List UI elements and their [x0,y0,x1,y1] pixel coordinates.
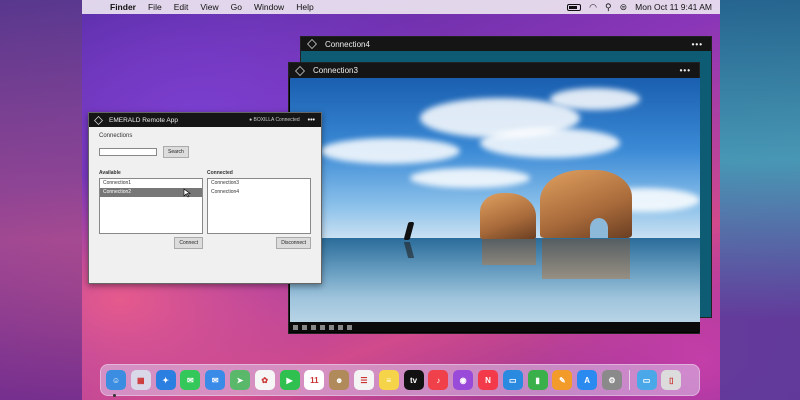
emerald-titlebar[interactable]: EMERALD Remote App ● BOXILLA Connected •… [89,113,321,127]
mouse-pointer-icon [183,188,191,198]
rock-left [480,193,536,239]
menu-window[interactable]: Window [254,2,284,12]
connection3-window[interactable]: Connection3 ••• [288,62,700,334]
connected-item-connection4[interactable]: Connection4 [208,188,310,197]
connection3-more-button[interactable]: ••• [680,66,691,75]
running-indicator [113,394,116,397]
reminders-icon[interactable]: ☰ [353,370,374,390]
menu-go[interactable]: Go [231,2,242,12]
music-icon[interactable]: ♪ [428,370,449,390]
connection-logo-icon [307,39,317,49]
search-input[interactable] [99,148,157,156]
dock: ☺ ▦ ✦ ✉ ✉ ➤ ✿ ▶ 11 ☻ ☰ ≡ tv ♪ ◉ N ▭ ▮ ✎ A ⚙ ▭ ▯ [100,364,700,396]
trash-icon[interactable]: ▯ [661,370,682,390]
boxilla-status: ● BOXILLA Connected [249,117,300,123]
appstore-icon[interactable]: A [577,370,598,390]
remote-taskbar [290,322,700,332]
available-label: Available [99,170,121,176]
menu-view[interactable]: View [200,2,218,12]
emerald-body: Connections Search Available Connection1… [89,127,321,255]
connected-item-connection3[interactable]: Connection3 [208,179,310,188]
emerald-title: EMERALD Remote App [109,116,179,124]
menu-clock[interactable]: Mon Oct 11 9:41 AM [635,2,712,12]
taskbar-app-icon[interactable] [347,324,352,330]
numbers-icon[interactable]: ▮ [527,370,548,390]
menu-app-name[interactable]: Finder [110,2,136,12]
tv-icon[interactable]: tv [403,370,424,390]
windows-start-icon[interactable] [293,324,298,330]
available-item-connection1[interactable]: Connection1 [100,179,202,188]
taskbar-app-icon[interactable] [329,324,334,330]
emerald-remote-app-window[interactable]: EMERALD Remote App ● BOXILLA Connected •… [88,112,322,284]
right-blurred-edge [720,0,800,400]
notes-icon[interactable]: ≡ [378,370,399,390]
finder-icon[interactable]: ☺ [106,370,126,390]
messages-icon[interactable]: ✉ [180,370,201,390]
connected-label: Connected [207,170,233,176]
safari-icon[interactable]: ✦ [155,370,176,390]
mail-icon[interactable]: ✉ [205,370,226,390]
launchpad-icon[interactable]: ▦ [130,370,151,390]
connection3-title: Connection3 [313,66,358,75]
pages-icon[interactable]: ✎ [552,370,573,390]
remote-desktop-wallpaper[interactable] [290,78,700,324]
maps-icon[interactable]: ➤ [229,370,250,390]
connected-column: Connected Connection3 Connection4 Discon… [207,170,311,249]
menu-file[interactable]: File [148,2,162,12]
control-center-icon[interactable]: ⊜ [620,2,628,13]
rock-arch-reflection [542,239,630,279]
contacts-icon[interactable]: ☻ [329,370,350,390]
connection-logo-icon [295,65,305,76]
news-icon[interactable]: N [477,370,498,390]
search-icon[interactable]: ⚲ [605,2,612,13]
downloads-folder-icon[interactable]: ▭ [636,370,657,390]
calendar-icon[interactable]: 11 [304,370,325,390]
menu-bar: Finder File Edit View Go Window Help ◠ ⚲… [82,0,720,14]
keynote-icon[interactable]: ▭ [502,370,523,390]
connection4-more-button[interactable]: ••• [692,40,703,49]
facetime-icon[interactable]: ▶ [279,370,300,390]
taskbar-app-icon[interactable] [302,324,307,330]
disconnect-button[interactable]: Disconnect [276,237,311,249]
left-blurred-edge [0,0,82,400]
connection3-titlebar[interactable]: Connection3 ••• [289,63,699,78]
emerald-more-button[interactable]: ••• [308,117,315,124]
photos-icon[interactable]: ✿ [254,370,275,390]
menu-edit[interactable]: Edit [174,2,189,12]
available-list[interactable]: Connection1 Connection2 [99,178,203,234]
podcasts-icon[interactable]: ◉ [453,370,474,390]
taskbar-app-icon[interactable] [311,324,316,330]
rock-arch [540,170,632,238]
arch-opening [590,218,608,238]
connection4-title: Connection4 [325,39,370,49]
taskbar-app-icon[interactable] [320,324,325,330]
rock-left-reflection [482,239,536,265]
connection4-titlebar[interactable]: Connection4 ••• [301,37,711,51]
search-button[interactable]: Search [163,146,189,158]
system-preferences-icon[interactable]: ⚙ [601,370,622,390]
wifi-icon[interactable]: ◠ [589,2,597,13]
battery-icon[interactable] [567,3,582,11]
connected-list[interactable]: Connection3 Connection4 [207,178,311,234]
available-column: Available Connection1 Connection2 Connec… [99,170,203,249]
emerald-logo-icon [94,115,103,125]
menu-help[interactable]: Help [296,2,313,12]
connect-button[interactable]: Connect [174,237,203,249]
connections-heading: Connections [99,133,133,139]
dock-separator [628,370,630,390]
taskbar-app-icon[interactable] [338,324,343,330]
